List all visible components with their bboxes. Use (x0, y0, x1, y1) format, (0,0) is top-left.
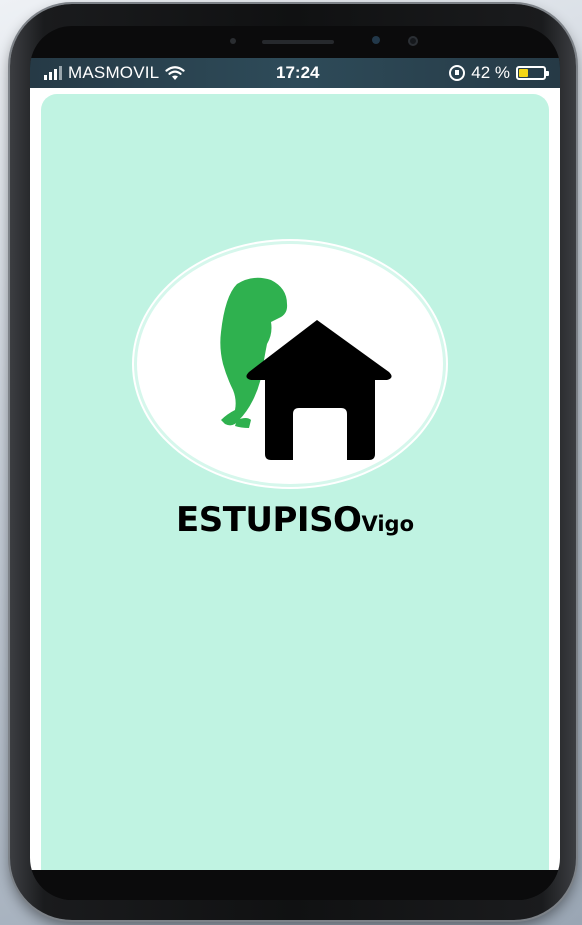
brand-city: Vigo (361, 512, 415, 536)
brand-name: ESTUPISO (175, 500, 362, 540)
phone-frame: MASMOVIL 17:24 42 % ESTUPISOVigo (10, 4, 576, 920)
status-time: 17:24 (276, 63, 320, 82)
battery-level (519, 69, 528, 77)
bottom-bezel (30, 870, 560, 900)
phone-body: MASMOVIL 17:24 42 % ESTUPISOVigo (30, 26, 560, 900)
status-bar: MASMOVIL 17:24 42 % (30, 58, 560, 88)
signal-icon (44, 66, 62, 80)
battery-icon (516, 66, 549, 80)
splash-screen: ESTUPISOVigo (41, 94, 549, 870)
app-name: ESTUPISOVigo (41, 500, 549, 540)
app-logo (137, 244, 443, 484)
wifi-icon (165, 65, 185, 81)
status-left: MASMOVIL (44, 63, 185, 83)
rotation-lock-icon (449, 65, 466, 81)
logo-art (220, 277, 392, 460)
light-sensor (372, 36, 380, 44)
earpiece-speaker (262, 40, 334, 44)
front-camera (408, 36, 418, 46)
battery-percent: 42 % (471, 63, 510, 82)
carrier-name: MASMOVIL (68, 63, 160, 82)
top-bezel (30, 26, 560, 58)
status-right: 42 % (449, 63, 549, 83)
proximity-sensor (230, 38, 236, 44)
screen: ESTUPISOVigo (30, 88, 560, 870)
